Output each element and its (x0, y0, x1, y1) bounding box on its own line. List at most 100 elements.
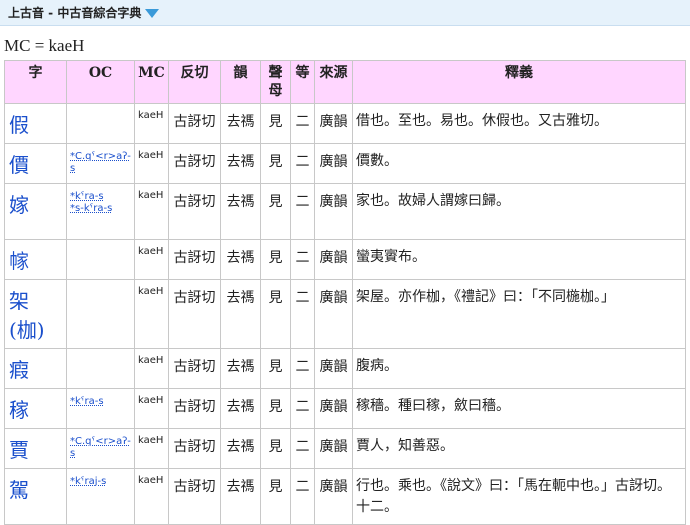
deng-cell: 二 (290, 143, 315, 184)
deng-cell: 二 (290, 388, 315, 429)
source-cell: 廣韻 (314, 103, 353, 144)
initial-cell: 見 (260, 348, 291, 389)
char-link[interactable]: 駕 (4, 468, 67, 525)
source-cell: 廣韻 (314, 239, 353, 280)
char-link[interactable]: 架(枷) (4, 279, 67, 349)
char-link[interactable]: 瘕 (4, 348, 67, 389)
source-cell: 廣韻 (314, 388, 353, 429)
initial-cell: 見 (260, 388, 291, 429)
mc-cell: kaeH (134, 348, 169, 389)
yun-cell: 去禡 (220, 183, 261, 240)
deng-cell: 二 (290, 103, 315, 144)
definition-cell: 蠻夷賨布。 (352, 239, 686, 280)
source-cell: 廣韻 (314, 279, 353, 349)
fanqie-cell: 古訝切 (168, 239, 221, 280)
source-cell: 廣韻 (314, 183, 353, 240)
char-link[interactable]: 幏 (4, 239, 67, 280)
table-row: 價 *C.qˤ<r>aʔ-s kaeH 古訝切 去禡見二廣韻 價數。 (4, 143, 686, 184)
table-row: 幏 kaeH 古訝切 去禡見二廣韻 蠻夷賨布。 (4, 239, 686, 280)
initial-cell: 見 (260, 468, 291, 525)
definition-cell: 價數。 (352, 143, 686, 184)
mc-query-line: MC = kaeH (4, 36, 85, 55)
oc-cell (66, 279, 135, 349)
definition-cell: 腹病。 (352, 348, 686, 389)
mc-cell: kaeH (134, 279, 169, 349)
oc-reconstruction-link[interactable]: *C.qˤ<r>aʔ-s (70, 151, 131, 175)
deng-cell: 二 (290, 239, 315, 280)
yun-cell: 去禡 (220, 388, 261, 429)
source-cell: 廣韻 (314, 468, 353, 525)
definition-cell: 借也。至也。易也。休假也。又古雅切。 (352, 103, 686, 144)
yun-cell: 去禡 (220, 143, 261, 184)
column-header-deng: 等 (290, 60, 315, 104)
table-row: 駕 *kˤraj-s kaeH 古訝切 去禡見二廣韻 行也。乘也。《說文》曰：「馬在軛中也… (4, 468, 686, 525)
column-header-source: 來源 (314, 60, 353, 104)
yun-cell: 去禡 (220, 239, 261, 280)
column-header-mc: MC (134, 60, 169, 104)
oc-cell: *C.qˤ<r>aʔ-s (66, 143, 135, 184)
table-header-row: 字 OC MC 反切 韻 聲母 等 來源 釋義 (4, 60, 686, 104)
initial-cell: 見 (260, 183, 291, 240)
initial-cell: 見 (260, 143, 291, 184)
fanqie-cell: 古訝切 (168, 468, 221, 525)
char-link[interactable]: 稼 (4, 388, 67, 429)
definition-cell: 行也。乘也。《說文》曰：「馬在軛中也。」古訝切。十二。 (352, 468, 686, 525)
table-row: 假 kaeH 古訝切 去禡見二廣韻 借也。至也。易也。休假也。又古雅切。 (4, 103, 686, 144)
fanqie-cell: 古訝切 (168, 183, 221, 240)
dropdown-caret-icon[interactable] (145, 9, 160, 18)
yun-cell: 去禡 (220, 103, 261, 144)
fanqie-cell: 古訝切 (168, 103, 221, 144)
mc-cell: kaeH (134, 388, 169, 429)
table-row: 架(枷) kaeH 古訝切 去禡見二廣韻 架屋。亦作枷，《禮記》曰：「不同椸枷。」 (4, 279, 686, 349)
fanqie-cell: 古訝切 (168, 143, 221, 184)
mc-cell: kaeH (134, 143, 169, 184)
fanqie-cell: 古訝切 (168, 348, 221, 389)
mc-cell: kaeH (134, 468, 169, 525)
fanqie-cell: 古訝切 (168, 388, 221, 429)
column-header-fanqie: 反切 (168, 60, 221, 104)
oc-reconstruction-link[interactable]: *kˤraj-s (70, 476, 131, 488)
oc-reconstruction-link[interactable]: *C.qˤ<r>aʔ-s (70, 436, 131, 460)
definition-cell: 架屋。亦作枷，《禮記》曰：「不同椸枷。」 (352, 279, 686, 349)
initial-cell: 見 (260, 239, 291, 280)
table-row: 嫁 *kˤra-s *s-kˤra-s kaeH 古訝切 去禡見二廣韻 家也。故婦人謂嫁曰歸… (4, 183, 686, 240)
deng-cell: 二 (290, 468, 315, 525)
deng-cell: 二 (290, 348, 315, 389)
char-link[interactable]: 假 (4, 103, 67, 144)
source-cell: 廣韻 (314, 348, 353, 389)
table-row: 瘕 kaeH 古訝切 去禡見二廣韻 腹病。 (4, 348, 686, 389)
oc-cell (66, 103, 135, 144)
column-header-oc: OC (66, 60, 135, 104)
deng-cell: 二 (290, 279, 315, 349)
table-row: 稼 *kˤra-s kaeH 古訝切 去禡見二廣韻 稼穡。種曰稼，斂曰穡。 (4, 388, 686, 429)
oc-cell: *kˤraj-s (66, 468, 135, 525)
char-link[interactable]: 價 (4, 143, 67, 184)
mc-cell: kaeH (134, 103, 169, 144)
mc-cell: kaeH (134, 239, 169, 280)
oc-cell: *kˤra-s *s-kˤra-s (66, 183, 135, 240)
column-header-initial: 聲母 (260, 60, 291, 104)
oc-cell (66, 348, 135, 389)
definition-cell: 家也。故婦人謂嫁曰歸。 (352, 183, 686, 240)
results-table: 字 OC MC 反切 韻 聲母 等 來源 釋義 假 kaeH 古訝切 去禡見二廣韻 借也… (4, 60, 686, 525)
column-header-definition: 釋義 (352, 60, 686, 104)
oc-reconstruction-link[interactable]: *kˤra-s (70, 191, 131, 203)
oc-cell (66, 239, 135, 280)
oc-reconstruction-link[interactable]: *kˤra-s (70, 396, 131, 408)
deng-cell: 二 (290, 183, 315, 240)
column-header-yun: 韻 (220, 60, 261, 104)
oc-cell: *kˤra-s (66, 388, 135, 429)
definition-cell: 稼穡。種曰稼，斂曰穡。 (352, 388, 686, 429)
page-title: 上古音 - 中古音綜合字典 (8, 6, 142, 20)
yun-cell: 去禡 (220, 348, 261, 389)
mc-cell: kaeH (134, 183, 169, 240)
header-bar: 上古音 - 中古音綜合字典 (0, 0, 690, 26)
char-link[interactable]: 嫁 (4, 183, 67, 240)
initial-cell: 見 (260, 103, 291, 144)
fanqie-cell: 古訝切 (168, 279, 221, 349)
oc-reconstruction-link[interactable]: *s-kˤra-s (70, 203, 131, 215)
yun-cell: 去禡 (220, 468, 261, 525)
initial-cell: 見 (260, 279, 291, 349)
yun-cell: 去禡 (220, 279, 261, 349)
source-cell: 廣韻 (314, 143, 353, 184)
